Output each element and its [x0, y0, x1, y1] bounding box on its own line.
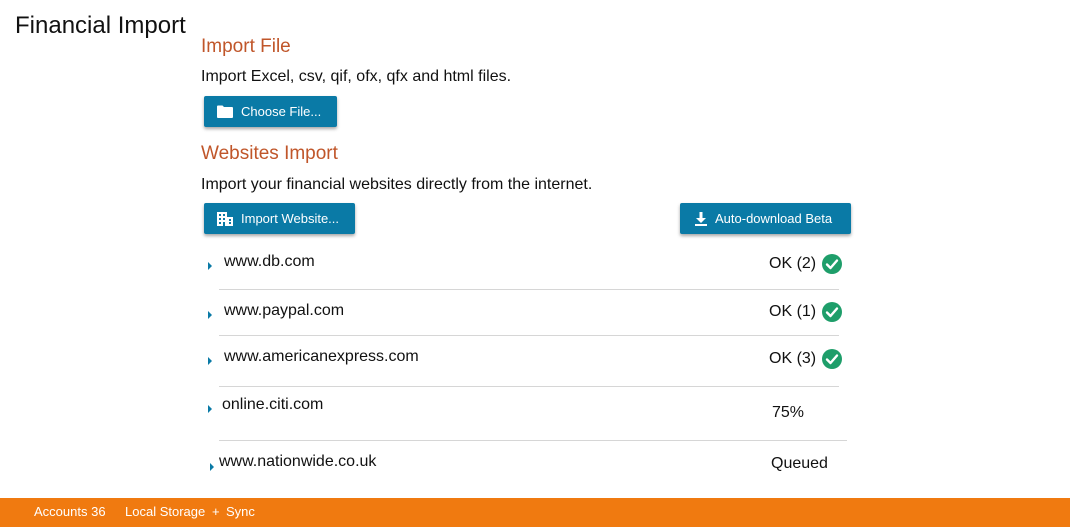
- site-url: www.paypal.com: [224, 302, 345, 319]
- site-row[interactable]: online.citi.com 75%: [208, 396, 848, 422]
- site-status: OK (1): [769, 302, 843, 322]
- status-text: 75%: [772, 404, 805, 421]
- import-file-heading: Import File: [201, 36, 291, 57]
- caret-right-icon[interactable]: [208, 357, 212, 365]
- status-bar: Accounts 36 Local Storage + Sync: [0, 498, 1070, 527]
- row-divider: [219, 289, 839, 290]
- financial-import-page: Financial Import Import File Import Exce…: [0, 0, 1070, 527]
- status-text: OK (2): [769, 255, 817, 272]
- site-row[interactable]: www.db.com OK (2): [208, 253, 848, 277]
- site-row[interactable]: www.americanexpress.com OK (3): [208, 348, 848, 372]
- check-circle-icon: [822, 302, 843, 322]
- site-status: OK (3): [769, 349, 843, 369]
- site-url: www.db.com: [224, 253, 315, 270]
- auto-download-button[interactable]: Auto-download Beta: [680, 203, 851, 234]
- plus-separator: +: [212, 504, 220, 519]
- site-status: Queued: [771, 455, 828, 473]
- status-text: OK (1): [769, 303, 817, 320]
- import-website-label: Import Website...: [241, 211, 340, 226]
- auto-download-label: Auto-download Beta: [715, 211, 833, 226]
- site-row[interactable]: www.paypal.com OK (1): [208, 302, 848, 326]
- local-storage-label[interactable]: Local Storage: [125, 504, 205, 519]
- status-text: OK (3): [769, 350, 817, 367]
- site-url: www.nationwide.co.uk: [219, 453, 377, 470]
- row-divider: [219, 440, 847, 441]
- caret-right-icon[interactable]: [208, 405, 212, 413]
- caret-right-icon[interactable]: [210, 463, 214, 471]
- import-file-description: Import Excel, csv, qif, ofx, qfx and htm…: [201, 68, 512, 85]
- accounts-count[interactable]: Accounts 36: [34, 504, 106, 519]
- row-divider: [219, 335, 839, 336]
- status-text: Queued: [771, 455, 828, 472]
- app-title: Financial Import: [15, 12, 186, 39]
- check-circle-icon: [822, 254, 843, 274]
- caret-right-icon[interactable]: [208, 311, 212, 319]
- import-website-button[interactable]: Import Website...: [204, 203, 355, 234]
- websites-import-heading: Websites Import: [201, 143, 338, 164]
- site-url: www.americanexpress.com: [224, 348, 419, 365]
- row-divider: [219, 386, 839, 387]
- building-icon: [217, 211, 233, 226]
- websites-import-description: Import your financial websites directly …: [201, 176, 593, 193]
- check-circle-icon: [822, 349, 843, 369]
- folder-icon: [217, 105, 233, 118]
- site-status: 75%: [772, 404, 804, 422]
- site-row[interactable]: www.nationwide.co.uk Queued: [208, 453, 848, 478]
- choose-file-button[interactable]: Choose File...: [204, 96, 337, 127]
- caret-right-icon[interactable]: [208, 262, 212, 270]
- site-url: online.citi.com: [222, 396, 324, 413]
- choose-file-label: Choose File...: [241, 104, 322, 119]
- site-status: OK (2): [769, 254, 843, 274]
- sync-label[interactable]: Sync: [226, 504, 255, 519]
- download-icon: [695, 211, 707, 226]
